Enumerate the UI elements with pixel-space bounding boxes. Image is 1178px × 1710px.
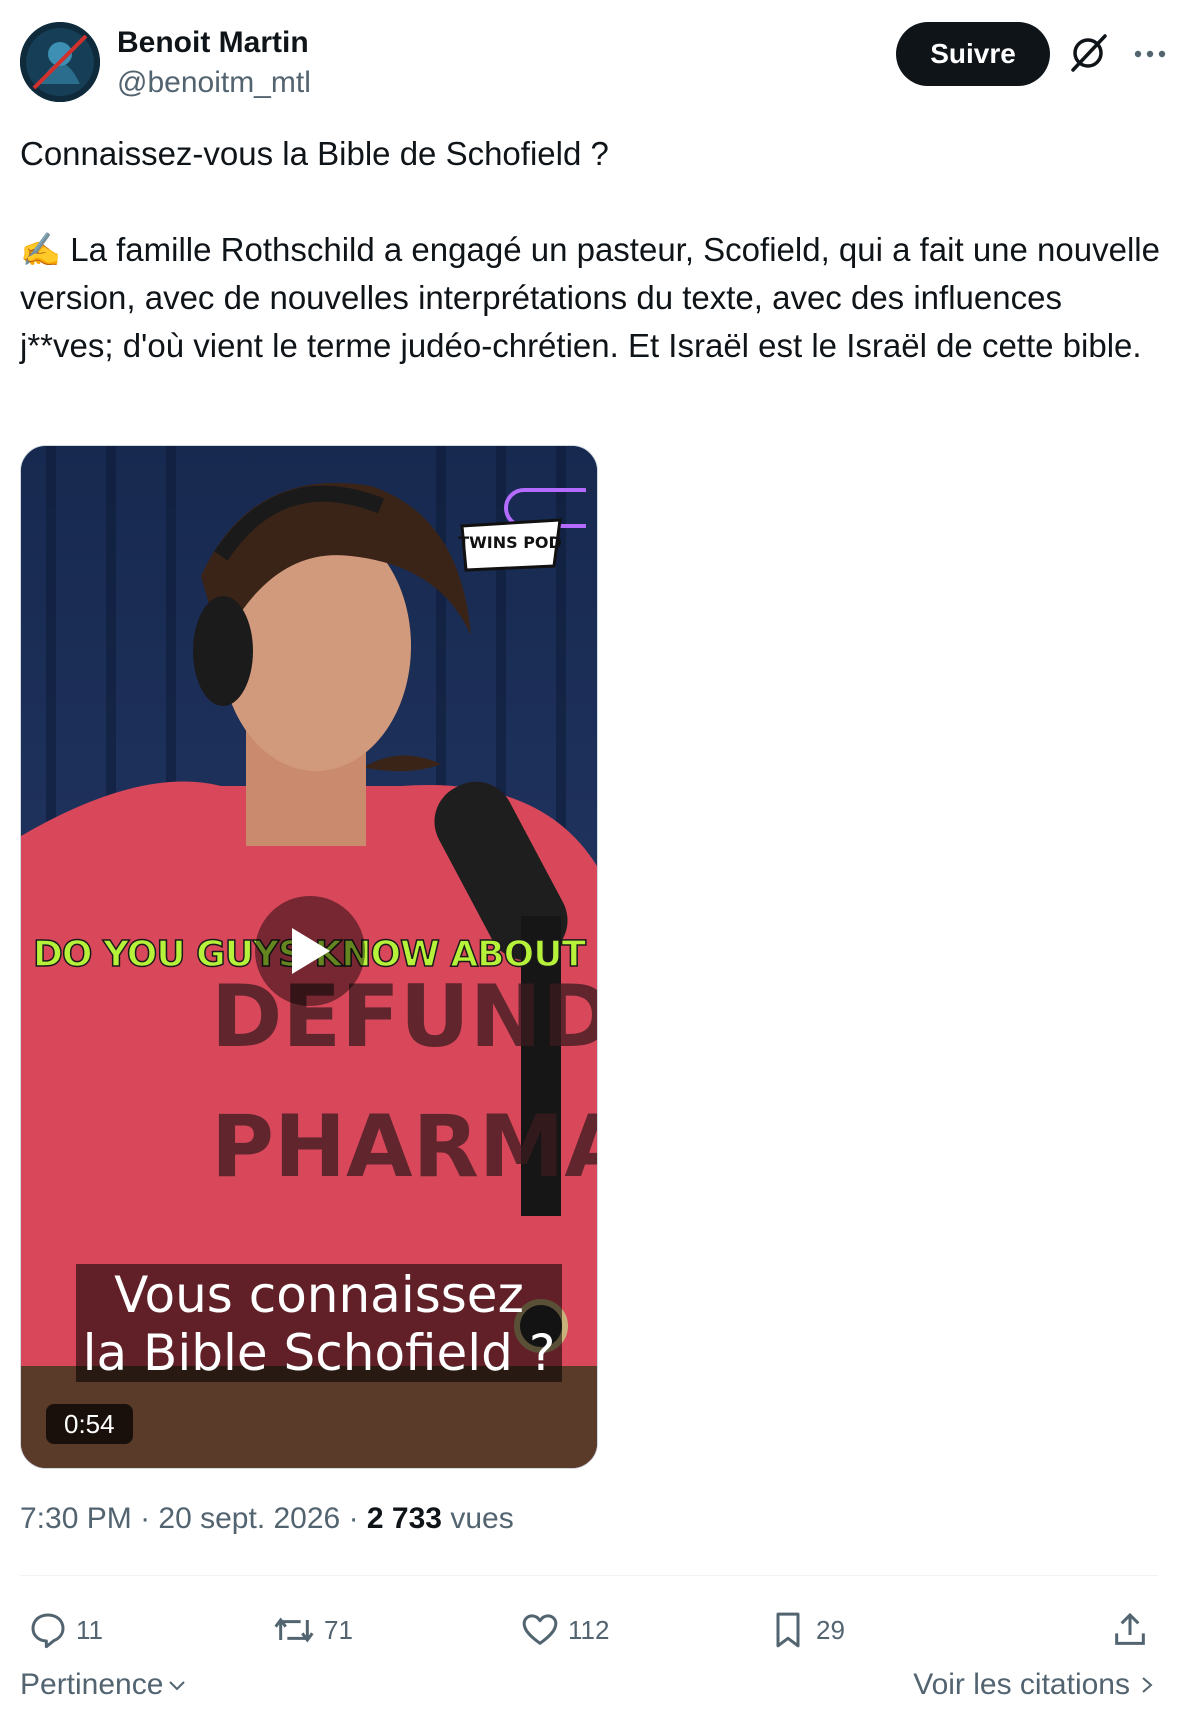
- share-icon: [1115, 1612, 1145, 1645]
- watermark-text: TWINS POD: [458, 533, 562, 552]
- action-bar: 11 71 112 29: [20, 1600, 1158, 1660]
- chevron-right-icon: [1142, 1677, 1153, 1693]
- repost-button[interactable]: 71: [272, 1600, 353, 1660]
- video-duration: 0:54: [46, 1404, 133, 1444]
- like-button[interactable]: 112: [520, 1600, 609, 1660]
- follow-button[interactable]: Suivre: [896, 22, 1050, 86]
- sort-dropdown[interactable]: Pertinence: [20, 1668, 189, 1702]
- divider: [20, 1575, 1158, 1576]
- repost-count: 71: [324, 1614, 353, 1645]
- view-quotes-link[interactable]: Voir les citations: [913, 1668, 1158, 1702]
- reply-button[interactable]: 11: [28, 1600, 103, 1660]
- play-button[interactable]: [255, 896, 365, 1006]
- reply-count: 11: [76, 1614, 103, 1645]
- tweet-time[interactable]: 7:30 PM: [20, 1502, 132, 1535]
- views-label: vues: [450, 1502, 514, 1535]
- author-handle[interactable]: @benoitm_mtl: [117, 66, 311, 100]
- more-options-icon[interactable]: [1130, 36, 1170, 72]
- play-icon: [292, 928, 330, 974]
- watermark-logo: TWINS POD: [458, 488, 586, 572]
- reply-icon: [31, 1613, 65, 1649]
- like-count: 112: [568, 1614, 610, 1645]
- share-button[interactable]: [1110, 1600, 1158, 1660]
- tweet-meta: 7:30 PM · 20 sept. 2026 · 2 733 vues: [20, 1502, 514, 1535]
- bookmark-icon: [776, 1612, 800, 1648]
- tweet-date[interactable]: 20 sept. 2026: [158, 1502, 340, 1535]
- avatar[interactable]: [20, 22, 100, 102]
- sort-label: Pertinence: [20, 1668, 164, 1701]
- tweet-text: Connaissez-vous la Bible de Schofield ? …: [20, 135, 1160, 364]
- bookmark-count: 29: [816, 1614, 845, 1645]
- video-player[interactable]: DEFUND PHARMA TWINS POD DO YOU GUYS KNOW…: [20, 445, 598, 1469]
- heart-icon: [522, 1614, 558, 1645]
- video-subtitle: Vous connaissez la Bible Schofield ?: [82, 1266, 556, 1382]
- quotes-label: Voir les citations: [913, 1668, 1130, 1701]
- repost-icon: [274, 1617, 314, 1643]
- author-name[interactable]: Benoit Martin: [117, 26, 309, 60]
- grok-icon[interactable]: [1067, 32, 1109, 74]
- svg-text:PHARMA: PHARMA: [211, 1097, 597, 1197]
- tweet-header: Benoit Martin @benoitm_mtl Suivre: [20, 20, 1166, 104]
- chevron-down-icon: [169, 1681, 186, 1691]
- views-count: 2 733: [366, 1502, 442, 1535]
- bookmark-button[interactable]: 29: [768, 1600, 845, 1660]
